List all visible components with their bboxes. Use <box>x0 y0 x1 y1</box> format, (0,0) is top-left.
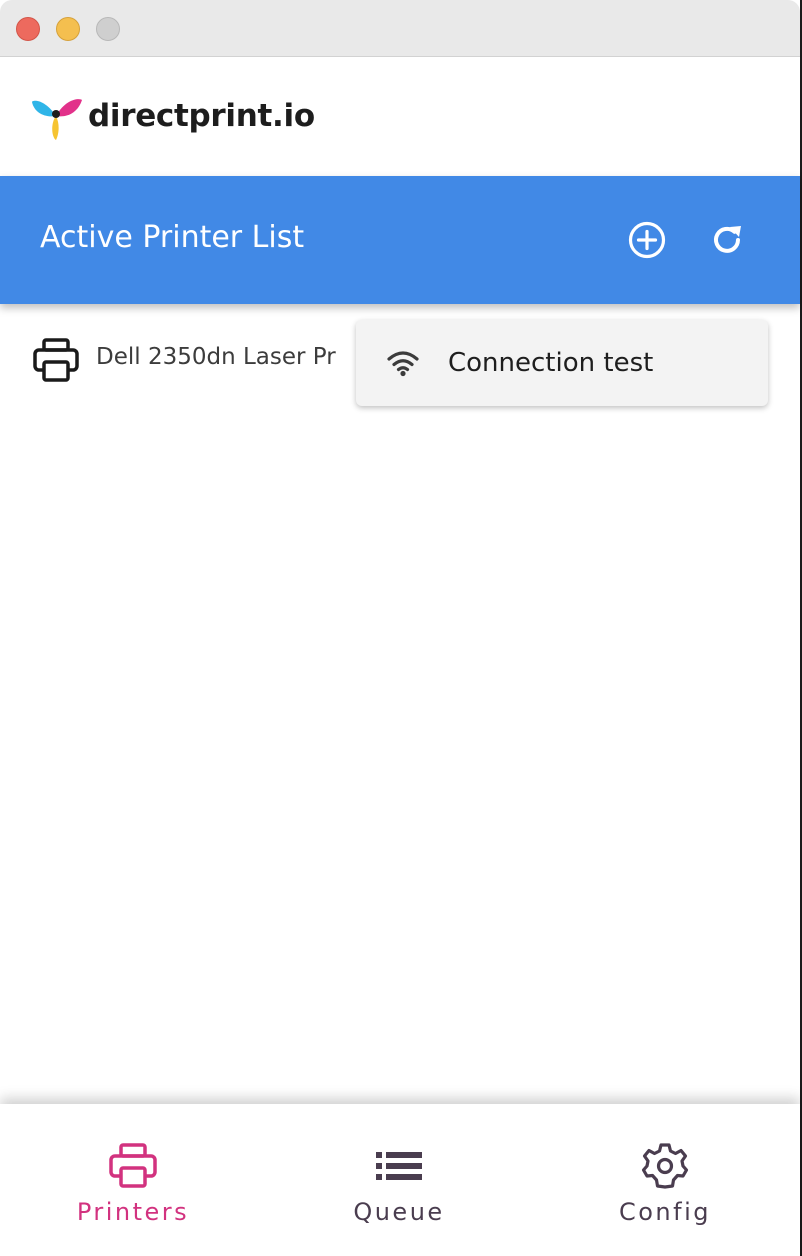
refresh-icon <box>714 226 741 253</box>
printer-icon <box>32 336 80 388</box>
connection-test-menu-item[interactable]: Connection test <box>356 320 768 406</box>
nav-item-config[interactable]: Config <box>532 1104 798 1256</box>
nav-item-queue[interactable]: Queue <box>266 1104 532 1256</box>
butterfly-logo-icon <box>32 99 82 140</box>
brand-name: directprint.io <box>88 98 315 134</box>
add-printer-button[interactable] <box>623 216 671 264</box>
app-window: directprint.io Active Printer List Dell … <box>0 0 802 1256</box>
refresh-button[interactable] <box>703 216 751 264</box>
maximize-window-button[interactable] <box>96 17 120 41</box>
nav-label-config: Config <box>618 1198 711 1226</box>
close-window-button[interactable] <box>16 17 40 41</box>
nav-item-printers[interactable]: Printers <box>0 1104 266 1256</box>
gear-icon <box>640 1142 690 1194</box>
list-icon <box>374 1142 424 1194</box>
nav-label-queue: Queue <box>353 1198 445 1226</box>
add-circle-icon <box>628 221 666 259</box>
wifi-icon <box>386 348 420 382</box>
title-bar <box>0 0 800 57</box>
printer-icon <box>108 1142 158 1194</box>
list-area <box>8 410 770 530</box>
context-menu: Connection test <box>356 320 768 406</box>
brand-header: directprint.io <box>30 88 315 144</box>
connection-test-label: Connection test <box>448 348 654 378</box>
page-title: Active Printer List <box>40 220 305 255</box>
minimize-window-button[interactable] <box>56 17 80 41</box>
bottom-navigation: Printers Queue Config <box>0 1104 800 1256</box>
app-bar: Active Printer List <box>0 176 800 304</box>
printer-name: Dell 2350dn Laser Pr <box>96 344 336 370</box>
nav-label-printers: Printers <box>76 1198 190 1226</box>
